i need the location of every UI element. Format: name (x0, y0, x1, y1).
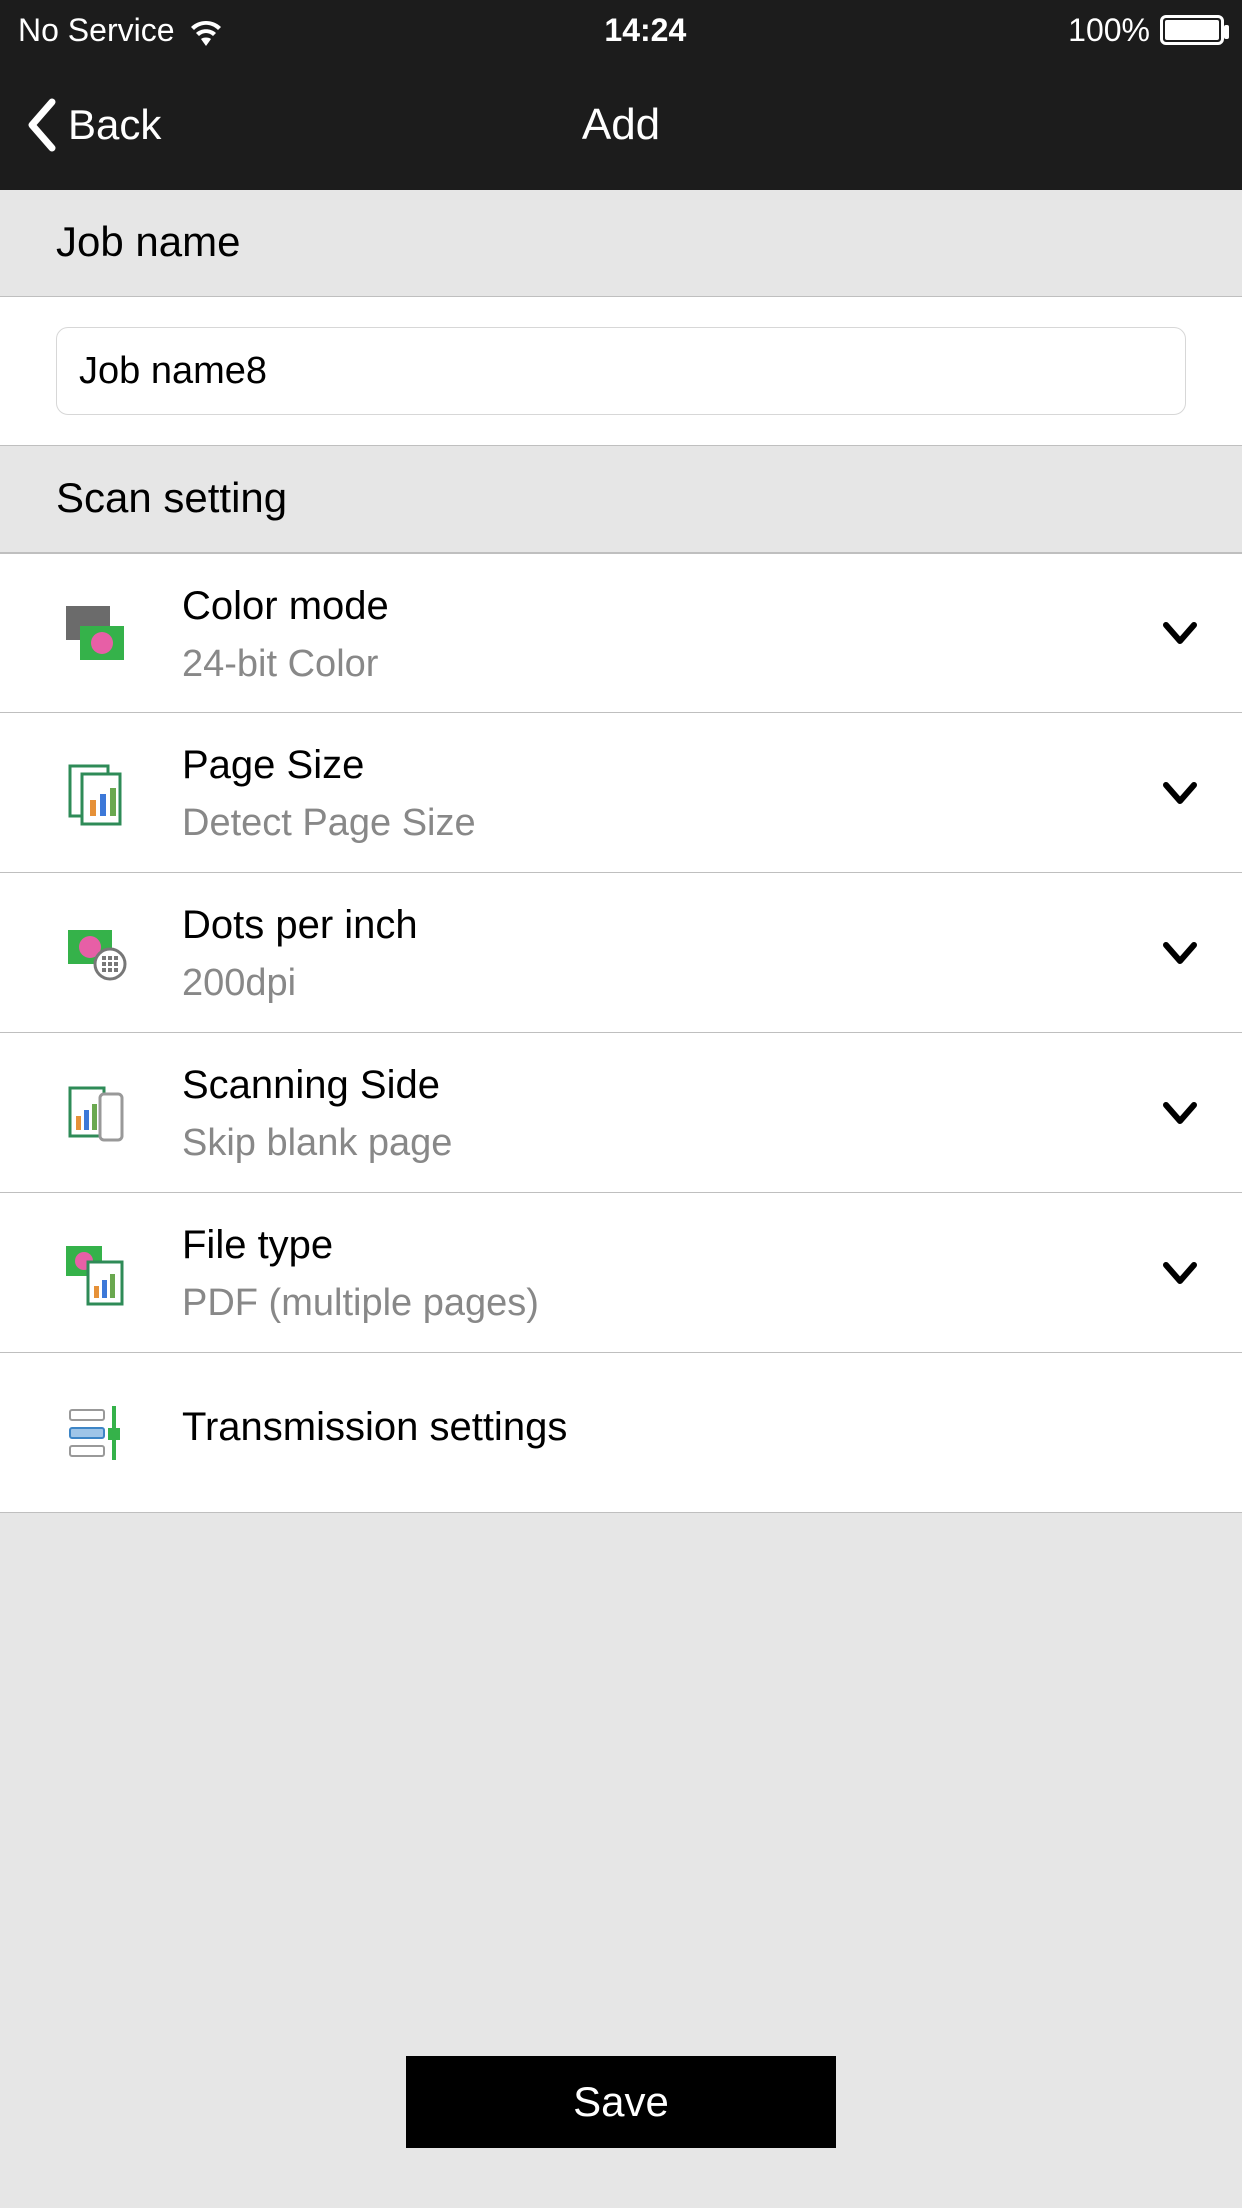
setting-label: Transmission settings (182, 1402, 1202, 1452)
section-header-scan-setting: Scan setting (0, 446, 1242, 553)
page-size-icon (50, 758, 140, 828)
setting-label: Scanning Side (182, 1060, 1158, 1110)
setting-label: Page Size (182, 740, 1158, 790)
setting-label: Color mode (182, 581, 1158, 631)
chevron-left-icon (24, 98, 60, 152)
setting-scanning-side[interactable]: Scanning Side Skip blank page (0, 1033, 1242, 1193)
job-name-input[interactable] (56, 327, 1186, 415)
status-bar: No Service 14:24 100% (0, 0, 1242, 60)
chevron-down-icon (1158, 1251, 1202, 1295)
section-header-job-name: Job name (0, 190, 1242, 297)
chevron-down-icon (1158, 1091, 1202, 1135)
save-button[interactable]: Save (406, 2056, 836, 2148)
setting-value: 24-bit Color (182, 643, 1158, 686)
setting-value: Detect Page Size (182, 802, 1158, 845)
setting-transmission[interactable]: Transmission settings (0, 1353, 1242, 1513)
transmission-icon (50, 1398, 140, 1468)
battery-text: 100% (1068, 12, 1150, 49)
file-type-icon (50, 1238, 140, 1308)
carrier-text: No Service (18, 12, 175, 49)
setting-label: File type (182, 1220, 1158, 1270)
setting-value: PDF (multiple pages) (182, 1282, 1158, 1325)
setting-color-mode[interactable]: Color mode 24-bit Color (0, 553, 1242, 713)
wifi-icon (189, 17, 223, 43)
setting-value: 200dpi (182, 962, 1158, 1005)
chevron-down-icon (1158, 931, 1202, 975)
chevron-down-icon (1158, 771, 1202, 815)
setting-label: Dots per inch (182, 900, 1158, 950)
nav-bar: Back Add (0, 60, 1242, 190)
scanning-side-icon (50, 1078, 140, 1148)
setting-file-type[interactable]: File type PDF (multiple pages) (0, 1193, 1242, 1353)
job-name-row (0, 297, 1242, 446)
dpi-icon (50, 918, 140, 988)
color-mode-icon (50, 598, 140, 668)
setting-page-size[interactable]: Page Size Detect Page Size (0, 713, 1242, 873)
setting-value: Skip blank page (182, 1122, 1158, 1165)
battery-icon (1160, 15, 1224, 45)
back-button[interactable]: Back (0, 98, 161, 152)
setting-dpi[interactable]: Dots per inch 200dpi (0, 873, 1242, 1033)
back-label: Back (68, 101, 161, 149)
page-title: Add (0, 100, 1242, 150)
chevron-down-icon (1158, 611, 1202, 655)
clock-text: 14:24 (223, 12, 1069, 49)
